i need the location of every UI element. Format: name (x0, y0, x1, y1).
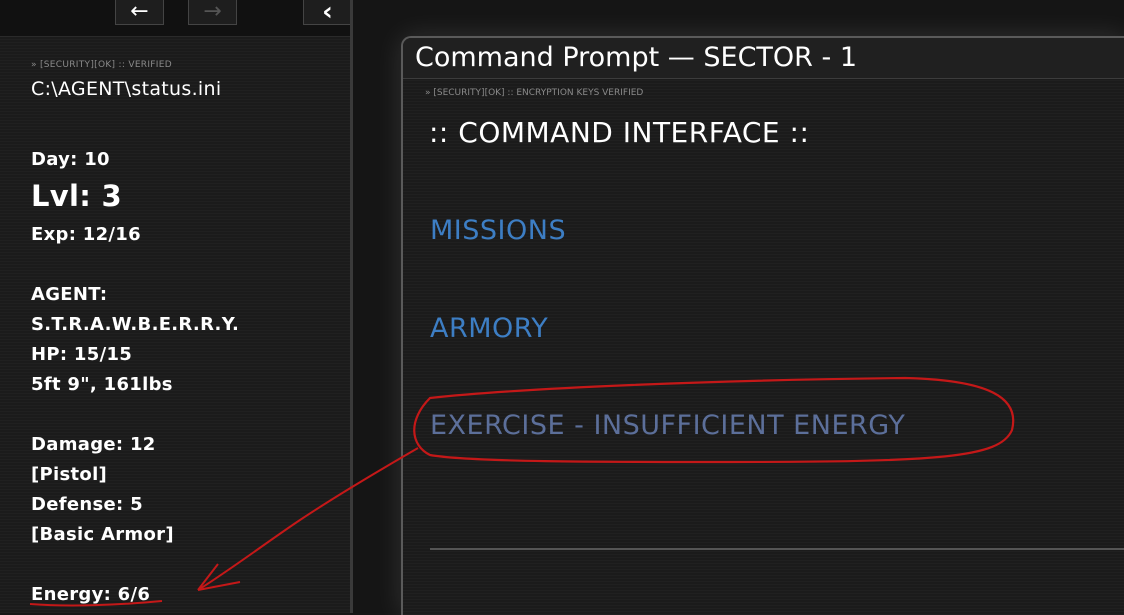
experience-display: Exp: 12/16 (31, 224, 141, 245)
armory-link[interactable]: ARMORY (430, 313, 548, 344)
armor-display: [Basic Armor] (31, 524, 174, 545)
encryption-status: » [SECURITY][OK] :: ENCRYPTION KEYS VERI… (425, 88, 644, 98)
arrow-left-icon: ← (130, 0, 149, 24)
hp-display: HP: 15/15 (31, 344, 133, 365)
physique-display: 5ft 9", 161lbs (31, 374, 173, 395)
arrow-right-icon: → (203, 0, 222, 24)
status-sidebar: ← → ‹ » [SECURITY][OK] :: VERIFIED C:\AG… (0, 0, 352, 613)
divider (430, 548, 1124, 550)
agent-name: S.T.R.A.W.B.E.R.R.Y. (31, 314, 240, 335)
sidebar-toolbar: ← → ‹ (0, 0, 352, 37)
command-prompt-window: Command Prompt — SECTOR - 1 » [SECURITY]… (401, 36, 1124, 615)
status-file-path: C:\AGENT\status.ini (31, 78, 222, 100)
collapse-sidebar-button[interactable]: ‹ (303, 0, 352, 25)
defense-display: Defense: 5 (31, 494, 143, 515)
damage-display: Damage: 12 (31, 434, 156, 455)
agent-label: AGENT: (31, 284, 108, 305)
window-title: Command Prompt — SECTOR - 1 (415, 42, 858, 73)
weapon-display: [Pistol] (31, 464, 108, 485)
energy-display: Energy: 6/6 (31, 584, 151, 605)
forward-button[interactable]: → (188, 0, 237, 25)
back-button[interactable]: ← (115, 0, 164, 25)
level-display: Lvl: 3 (31, 179, 122, 213)
day-counter: Day: 10 (31, 149, 110, 170)
exercise-link-disabled: EXERCISE - INSUFFICIENT ENERGY (430, 410, 906, 441)
window-titlebar: Command Prompt — SECTOR - 1 (403, 38, 1124, 79)
chevron-left-icon: ‹ (322, 0, 333, 27)
command-interface-heading: :: COMMAND INTERFACE :: (429, 116, 810, 149)
security-status: » [SECURITY][OK] :: VERIFIED (31, 60, 172, 70)
missions-link[interactable]: MISSIONS (430, 215, 566, 246)
